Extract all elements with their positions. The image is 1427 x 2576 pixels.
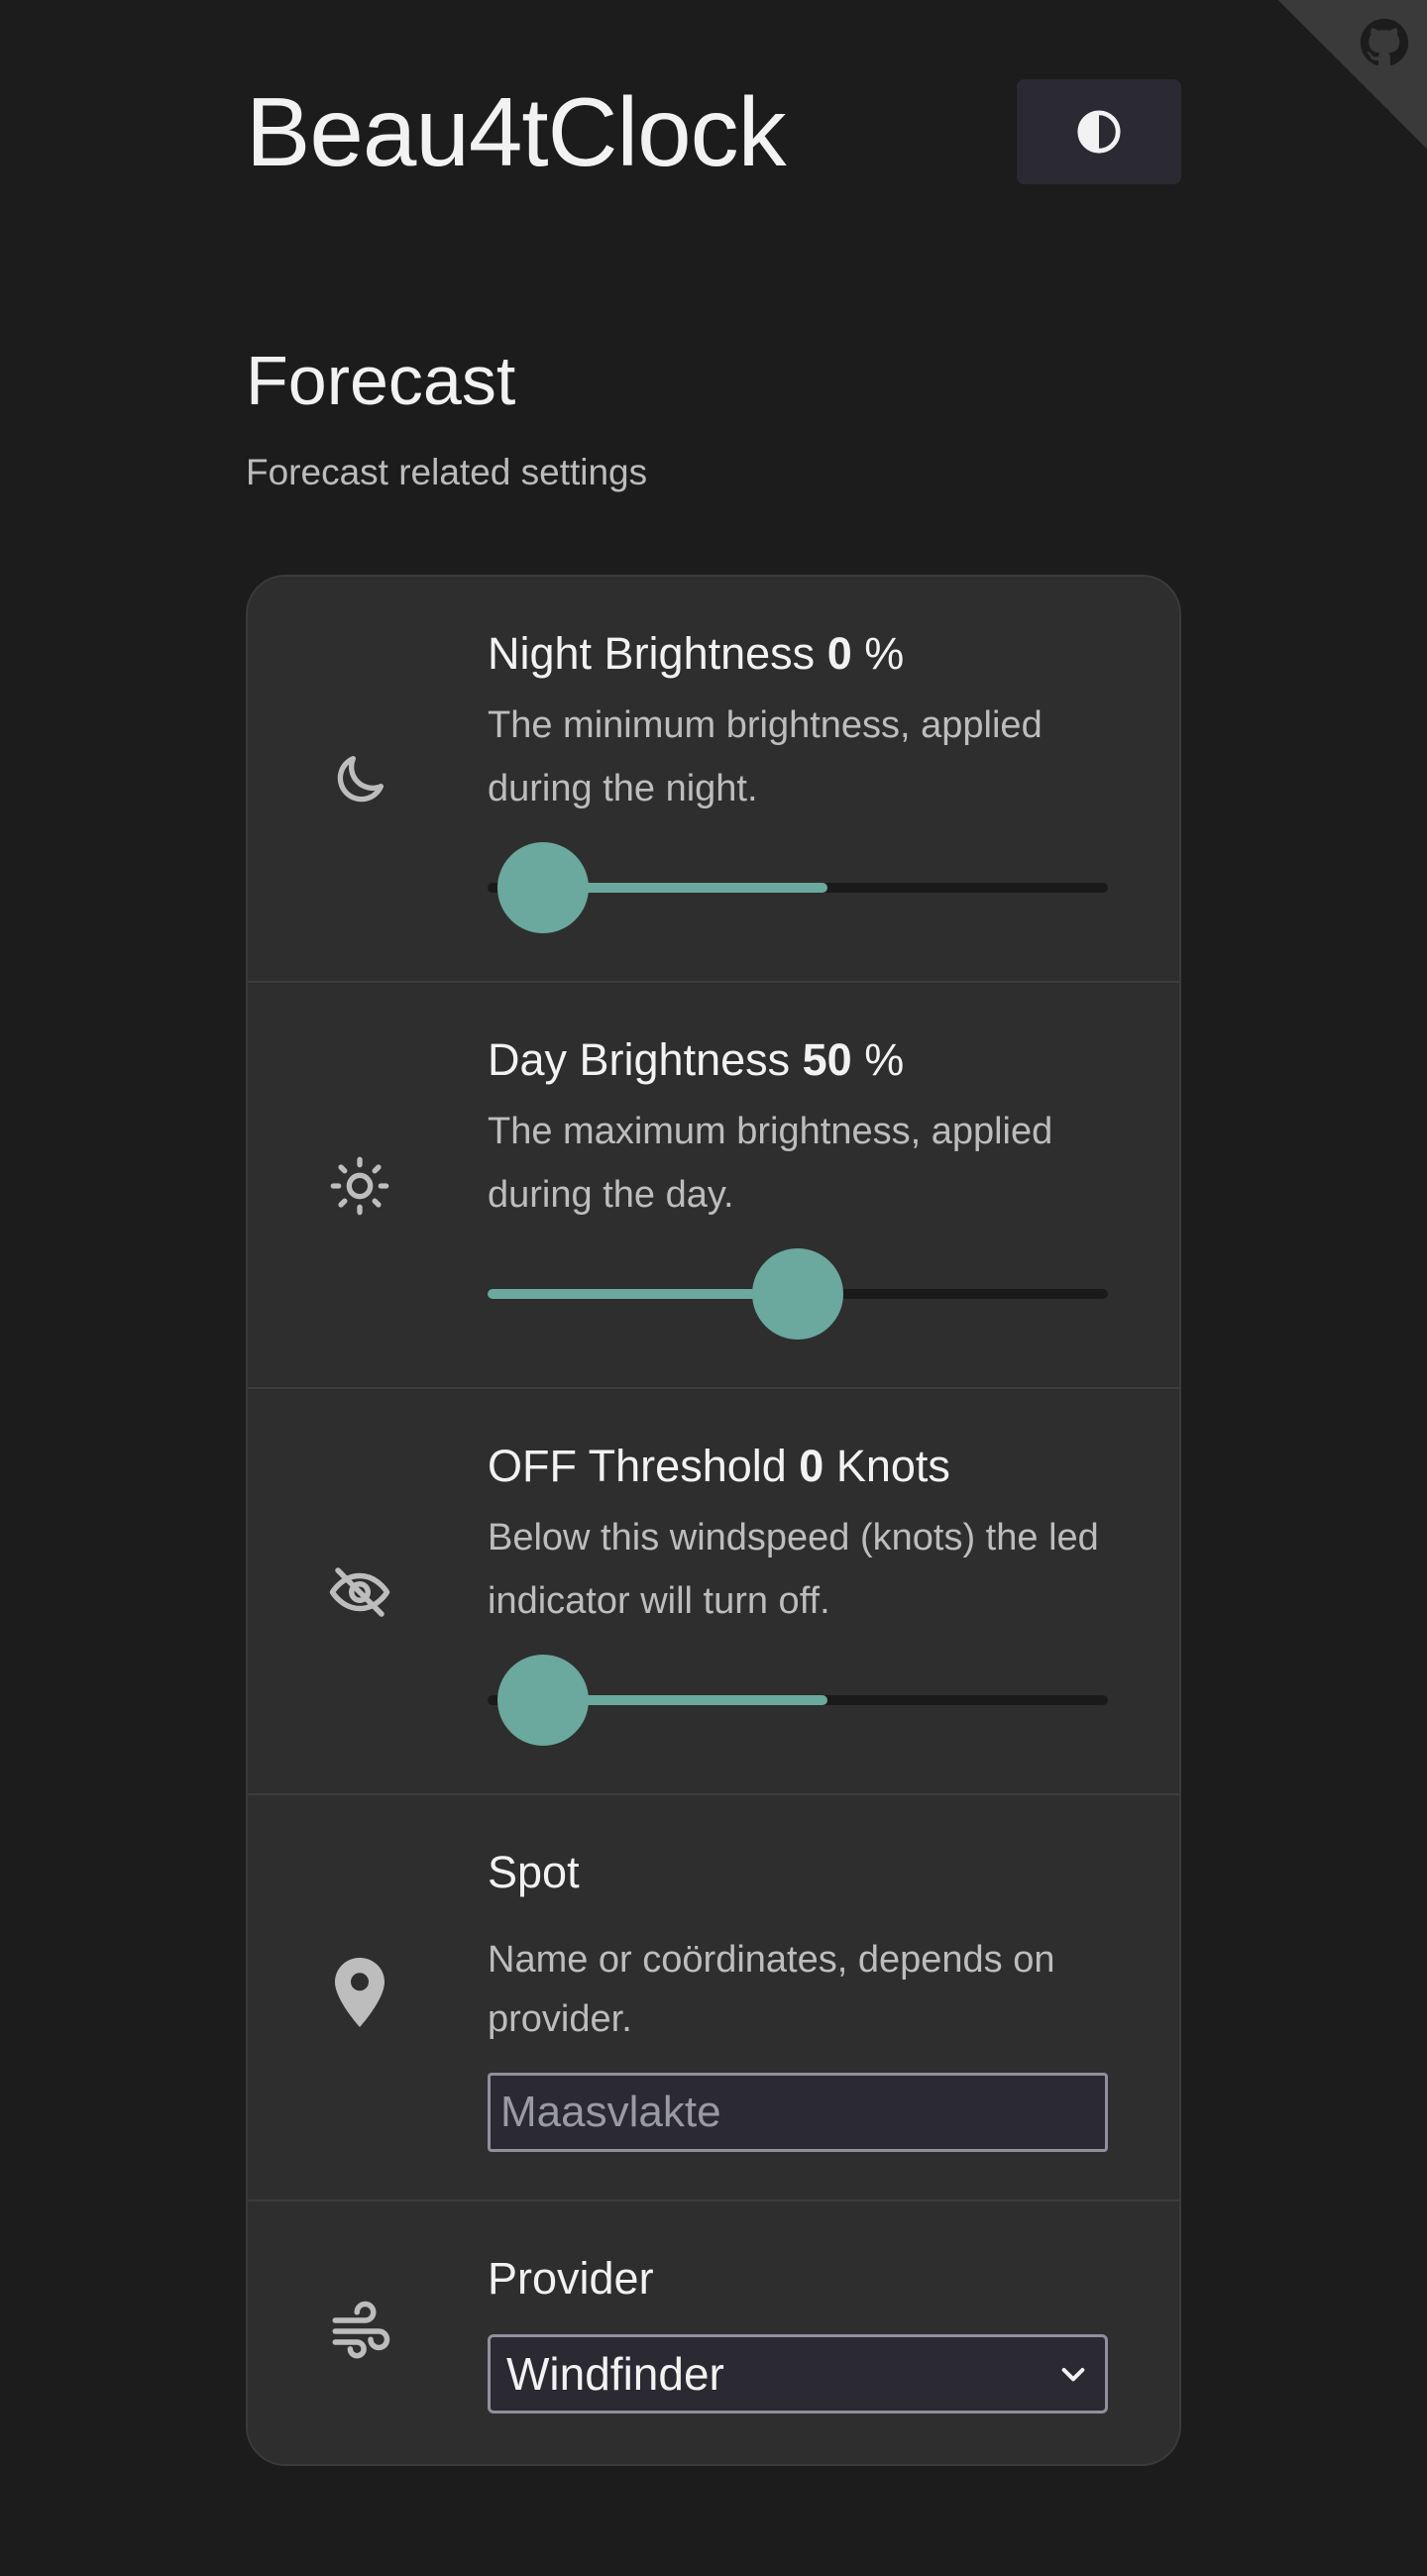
provider-label: Provider <box>488 2253 654 2304</box>
setting-spot: Spot Name or coördinates, depends on pro… <box>248 1795 1179 2201</box>
night-brightness-label: Night Brightness 0 % <box>488 628 905 679</box>
provider-select[interactable]: Windfinder <box>488 2334 1108 2414</box>
night-brightness-slider[interactable] <box>488 842 1108 933</box>
day-brightness-label: Day Brightness 50 % <box>488 1034 905 1085</box>
setting-day-brightness: Day Brightness 50 % The maximum brightne… <box>248 983 1179 1389</box>
location-pin-icon <box>327 1958 392 2027</box>
slider-thumb[interactable] <box>752 1248 843 1340</box>
app-title: Beau4tClock <box>246 77 787 186</box>
section-subtitle: Forecast related settings <box>246 452 648 492</box>
provider-selected-value: Windfinder <box>506 2348 724 2400</box>
setting-night-brightness: Night Brightness 0 % The minimum brightn… <box>248 577 1179 983</box>
sun-icon <box>327 1153 392 1219</box>
wind-icon <box>327 2299 392 2364</box>
slider-thumb[interactable] <box>497 842 589 933</box>
slider-thumb[interactable] <box>497 1655 589 1746</box>
night-brightness-value: 0 <box>826 628 852 679</box>
off-threshold-slider[interactable] <box>488 1655 1108 1746</box>
day-brightness-value: 50 <box>802 1034 852 1085</box>
day-brightness-slider[interactable] <box>488 1248 1108 1340</box>
off-threshold-description: Below this windspeed (knots) the led ind… <box>488 1517 1099 1622</box>
github-corner[interactable] <box>1278 0 1427 149</box>
off-threshold-label: OFF Threshold 0 Knots <box>488 1441 950 1491</box>
theme-toggle-button[interactable] <box>1017 79 1181 184</box>
off-threshold-value: 0 <box>799 1441 824 1491</box>
spot-description: Name or coördinates, depends on provider… <box>488 1939 1055 2040</box>
night-brightness-description: The minimum brightness, applied during t… <box>488 704 1043 809</box>
header: Beau4tClock <box>246 79 1181 184</box>
section-title: Forecast <box>246 342 516 419</box>
day-brightness-description: The maximum brightness, applied during t… <box>488 1111 1053 1216</box>
chevron-down-icon <box>1061 2368 1085 2382</box>
settings-card: Night Brightness 0 % The minimum brightn… <box>246 575 1181 2466</box>
moon-icon <box>327 747 392 812</box>
eye-off-icon <box>327 1559 392 1625</box>
setting-off-threshold: OFF Threshold 0 Knots Below this windspe… <box>248 1389 1179 1795</box>
spot-label: Spot <box>488 1847 580 1897</box>
spot-input[interactable] <box>488 2073 1108 2152</box>
setting-provider: Provider Windfinder <box>248 2201 1179 2464</box>
github-octocat-icon <box>1360 18 1409 66</box>
half-circle-contrast-icon <box>1077 110 1121 154</box>
